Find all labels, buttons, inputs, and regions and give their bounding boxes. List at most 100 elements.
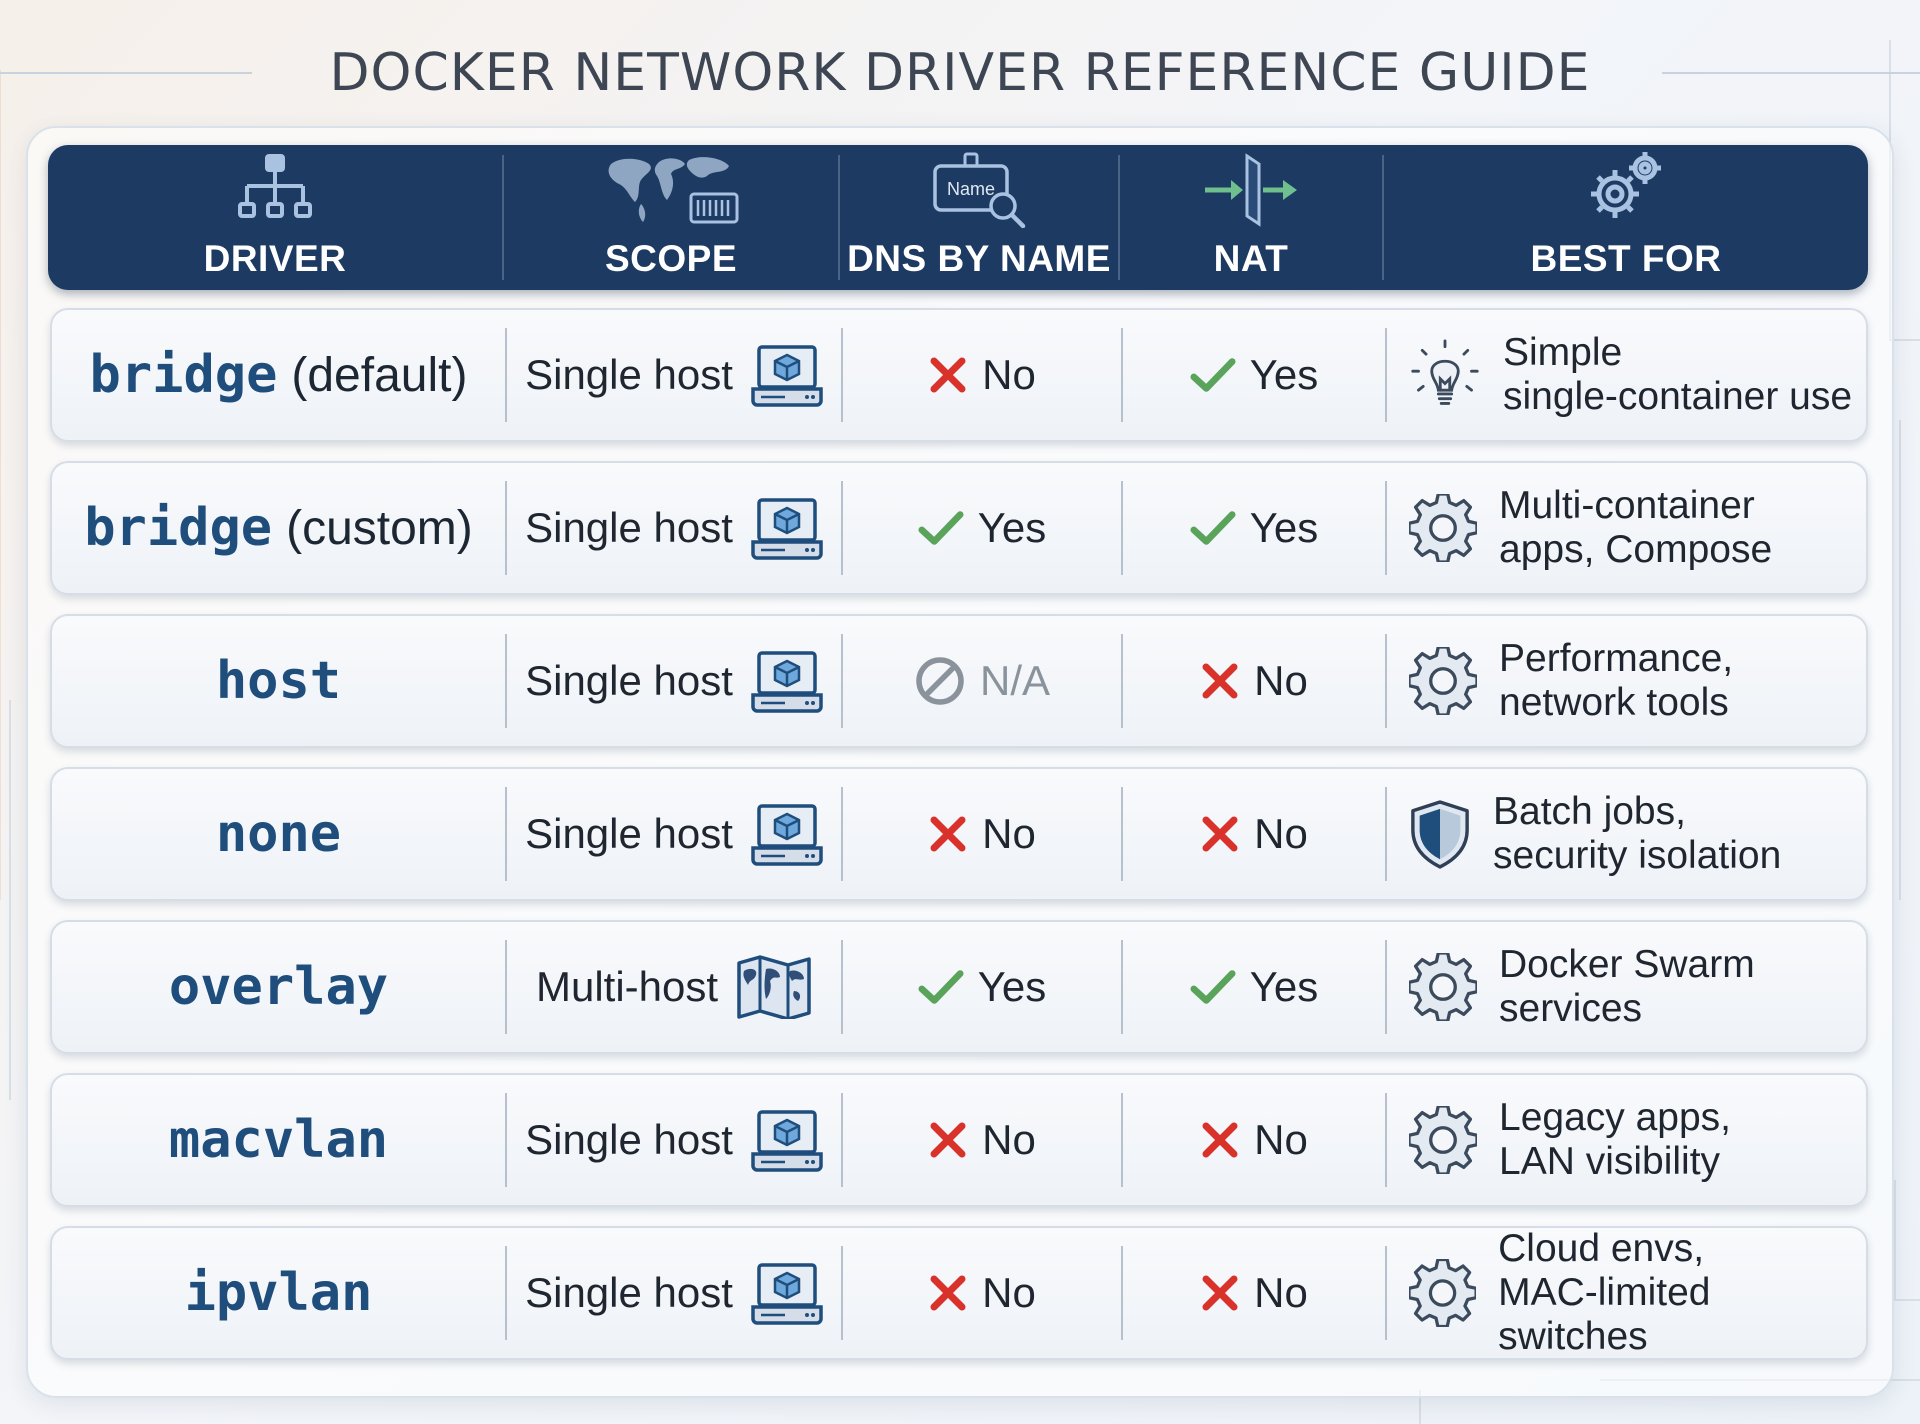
dns-value: No xyxy=(982,1269,1036,1316)
table-row: overlay Multi-host Yes Yes Docker Swarm … xyxy=(50,920,1868,1054)
best-for-text: Batch jobs, security isolation xyxy=(1493,790,1781,878)
header-scope-label: SCOPE xyxy=(604,238,738,279)
column-divider xyxy=(1385,634,1387,728)
name-tag-text: Name xyxy=(947,179,995,199)
check-icon xyxy=(1190,355,1236,395)
nat-value: Yes xyxy=(1249,351,1319,398)
network-tree-icon xyxy=(238,154,312,218)
driver-cell: bridge (default) xyxy=(52,310,505,440)
scope-cell: Single host xyxy=(507,616,841,746)
scope-cell: Single host xyxy=(507,1075,841,1205)
best-for-line-2: security isolation xyxy=(1493,834,1782,877)
gear-icon xyxy=(1409,1259,1476,1327)
driver-name: macvlan xyxy=(168,1110,389,1170)
nat-cell: No xyxy=(1123,769,1385,899)
table-row: none Single host No No Batch jobs, secur… xyxy=(50,767,1868,901)
header-scope: SCOPE xyxy=(504,145,838,290)
cross-icon xyxy=(928,814,968,854)
scope-cell: Single host xyxy=(507,769,841,899)
scope-text: Single host xyxy=(525,810,733,857)
best-for-cell: Simple single-container use xyxy=(1409,310,1866,440)
header-best-for: BEST FOR xyxy=(1384,145,1868,290)
table-row: bridge (custom) Single host Yes Yes Multi… xyxy=(50,461,1868,595)
best-for-cell: Multi-container apps, Compose xyxy=(1409,463,1866,593)
title-rule-left xyxy=(0,72,252,74)
nat-value: No xyxy=(1254,810,1308,857)
title-rule-right xyxy=(1662,72,1920,74)
column-divider xyxy=(1385,787,1387,881)
cross-icon xyxy=(1200,1273,1240,1313)
dns-cell: Yes xyxy=(843,463,1121,593)
best-for-cell: Docker Swarm services xyxy=(1409,922,1866,1052)
driver-name: host xyxy=(215,651,342,711)
gear-icon xyxy=(1409,1106,1477,1174)
nat-cell: Yes xyxy=(1123,310,1385,440)
driver-name: bridge xyxy=(89,345,278,405)
best-for-line-2: MAC-limited switches xyxy=(1498,1271,1711,1358)
shield-icon xyxy=(1409,799,1471,869)
laptop-icon xyxy=(751,1108,823,1172)
driver-cell: none xyxy=(52,769,505,899)
nat-cell: No xyxy=(1123,1228,1385,1358)
title-bar: DOCKER NETWORK DRIVER REFERENCE GUIDE xyxy=(0,38,1920,108)
laptop-icon xyxy=(751,496,823,560)
lightbulb-icon xyxy=(1409,339,1481,411)
best-for-cell: Legacy apps, LAN visibility xyxy=(1409,1075,1866,1205)
best-for-text: Legacy apps, LAN visibility xyxy=(1499,1096,1731,1184)
nat-arrows-icon xyxy=(1205,153,1297,227)
dns-cell: N/A xyxy=(843,616,1121,746)
driver-cell: ipvlan xyxy=(52,1228,505,1358)
check-icon xyxy=(918,967,964,1007)
best-for-text: Performance, network tools xyxy=(1499,637,1733,725)
dns-value: Yes xyxy=(977,504,1047,551)
nat-value: No xyxy=(1254,1116,1308,1163)
header-driver-label: DRIVER xyxy=(203,238,347,279)
driver-name: bridge xyxy=(84,498,273,558)
table-row: ipvlan Single host No No Cloud envs, MAC… xyxy=(50,1226,1868,1360)
gear-icon xyxy=(1409,494,1477,562)
gears-icon xyxy=(1591,152,1661,218)
laptop-icon xyxy=(751,802,823,866)
cross-icon xyxy=(928,1273,968,1313)
best-for-line-2: network tools xyxy=(1499,681,1729,724)
cross-icon xyxy=(928,1120,968,1160)
header-dns: Name DNS BY NAME xyxy=(840,145,1118,290)
best-for-line-1: Multi-container xyxy=(1499,484,1755,527)
table-row: host Single host N/A No Performance, net… xyxy=(50,614,1868,748)
best-for-line-2: LAN visibility xyxy=(1499,1140,1721,1183)
world-map-icon xyxy=(608,157,739,224)
best-for-text: Docker Swarm services xyxy=(1499,943,1755,1031)
dns-cell: No xyxy=(843,1075,1121,1205)
nat-value: Yes xyxy=(1249,963,1319,1010)
driver-name: ipvlan xyxy=(184,1263,373,1323)
check-icon xyxy=(1190,967,1236,1007)
best-for-line-2: apps, Compose xyxy=(1499,528,1773,571)
best-for-line-2: single-container use xyxy=(1503,375,1853,418)
nat-cell: Yes xyxy=(1123,463,1385,593)
best-for-cell: Performance, network tools xyxy=(1409,616,1866,746)
table-row: macvlan Single host No No Legacy apps, L… xyxy=(50,1073,1868,1207)
scope-text: Multi-host xyxy=(535,963,719,1010)
dns-cell: No xyxy=(843,769,1121,899)
scope-cell: Single host xyxy=(507,310,841,440)
check-icon xyxy=(1190,508,1236,548)
best-for-cell: Cloud envs, MAC-limited switches xyxy=(1409,1227,1866,1358)
laptop-icon xyxy=(751,343,823,407)
driver-cell: host xyxy=(52,616,505,746)
column-divider xyxy=(1385,328,1387,422)
driver-suffix: (custom) xyxy=(286,501,473,555)
scope-cell: Multi-host xyxy=(507,922,841,1052)
header-best-for-label: BEST FOR xyxy=(1530,238,1722,279)
column-divider xyxy=(1385,1246,1387,1340)
best-for-text: Multi-container apps, Compose xyxy=(1499,484,1772,572)
header-dns-label: DNS BY NAME xyxy=(847,238,1111,279)
world-map-icon xyxy=(736,955,812,1019)
name-tag-search-icon: Name xyxy=(933,152,1026,228)
dns-value: Yes xyxy=(977,963,1047,1010)
best-for-line-1: Docker Swarm xyxy=(1499,943,1755,986)
cross-icon xyxy=(1200,1120,1240,1160)
column-divider xyxy=(1385,940,1387,1034)
driver-cell: bridge (custom) xyxy=(52,463,505,593)
nat-cell: Yes xyxy=(1123,922,1385,1052)
dns-value: No xyxy=(982,1116,1036,1163)
